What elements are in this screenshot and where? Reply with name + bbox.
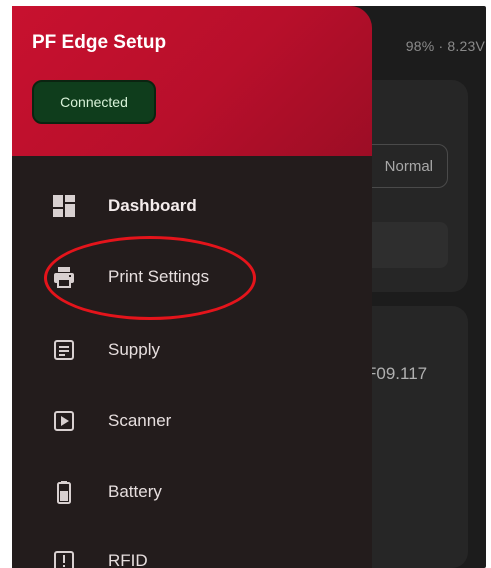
drawer-header: PF Edge Setup Connected [12,6,372,156]
drawer-title: PF Edge Setup [32,32,167,53]
battery-icon [57,481,71,504]
nav-item-dashboard[interactable]: Dashboard [12,178,372,234]
supply-icon [54,340,74,360]
rfid-icon [54,551,74,568]
navigation-drawer: PF Edge Setup Connected Dashboard Print … [12,6,372,568]
dashboard-icon [53,195,75,217]
nav-item-battery[interactable]: Battery [12,464,372,520]
nav-item-scanner[interactable]: Scanner [12,393,372,449]
nav-label-print-settings: Print Settings [108,267,210,286]
firmware-version-text: F09.117 [366,364,428,383]
battery-status-text: 98% · 8.23V [405,38,485,54]
nav-label-scanner: Scanner [108,411,172,430]
scanner-icon [54,411,74,431]
nav-label-dashboard: Dashboard [108,196,197,215]
nav-item-supply[interactable]: Supply [12,322,372,378]
screenshot-stage: 98% · 8.23V Normal F09.117 PF Edge Setup… [0,0,491,568]
nav-label-battery: Battery [108,482,162,501]
nav-item-print-settings[interactable]: Print Settings [12,249,372,305]
connection-status-badge: Connected [32,80,156,124]
printer-icon [54,267,74,288]
nav-item-rfid[interactable]: RFID [12,533,372,568]
nav-label-rfid: RFID [108,551,148,568]
mode-chip-label: Normal [384,157,433,175]
nav-label-supply: Supply [108,340,160,359]
